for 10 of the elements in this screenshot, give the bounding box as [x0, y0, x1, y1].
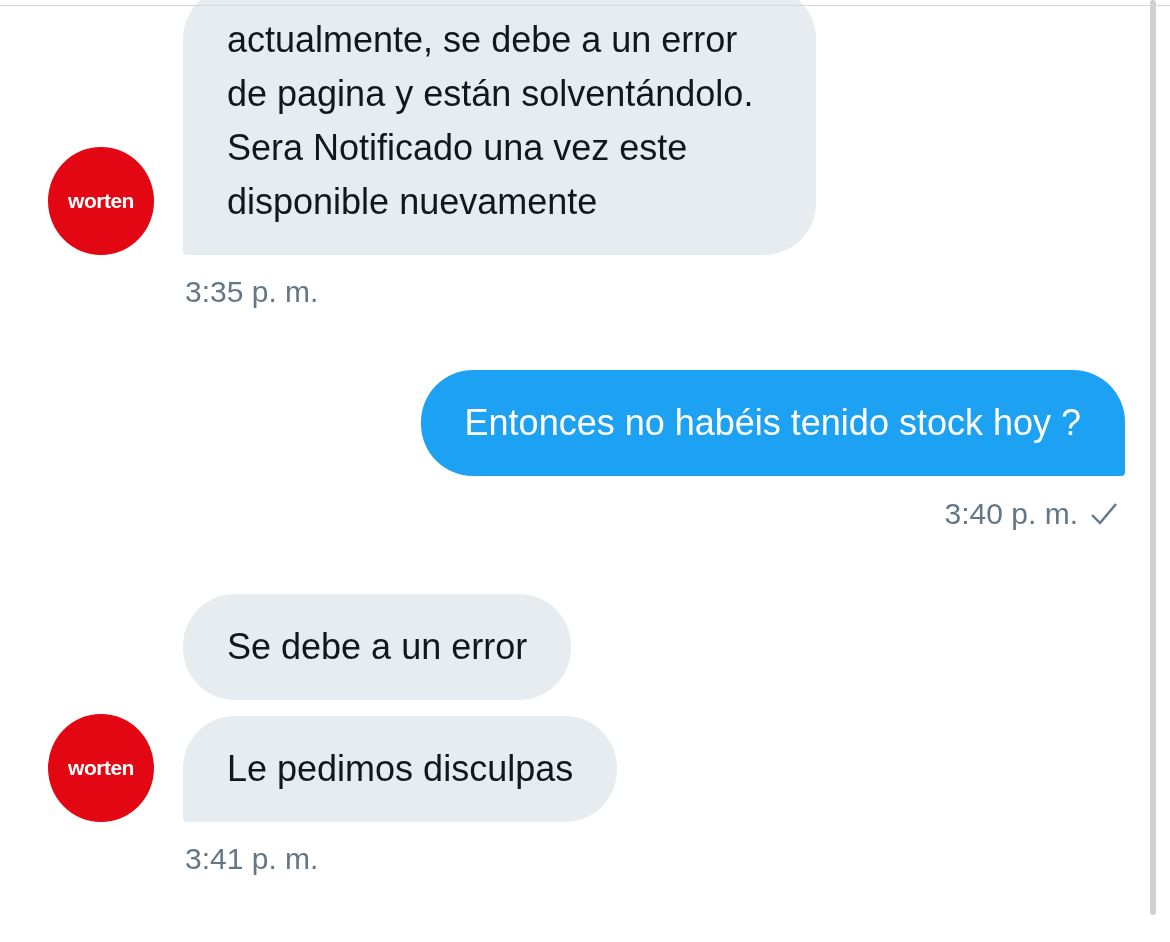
- message-bubble: Le pedimos disculpas: [183, 716, 618, 822]
- message-bubble: Entonces no habéis tenido stock hoy ?: [420, 370, 1125, 476]
- timestamp: 3:41 p. m.: [185, 842, 319, 875]
- avatar[interactable]: worten: [48, 714, 154, 822]
- message-bubble: actualmente, se debe a un error de pagina y están solventándolo. Sera Notificado una vez este disponible nuevamente: [183, 0, 816, 255]
- scrollbar[interactable]: [1150, 0, 1156, 915]
- message-bubble: Se debe a un error: [183, 594, 572, 700]
- timestamp: 3:40 p. m.: [944, 496, 1078, 532]
- avatar[interactable]: worten: [48, 147, 154, 255]
- timestamp: 3:35 p. m.: [185, 275, 319, 308]
